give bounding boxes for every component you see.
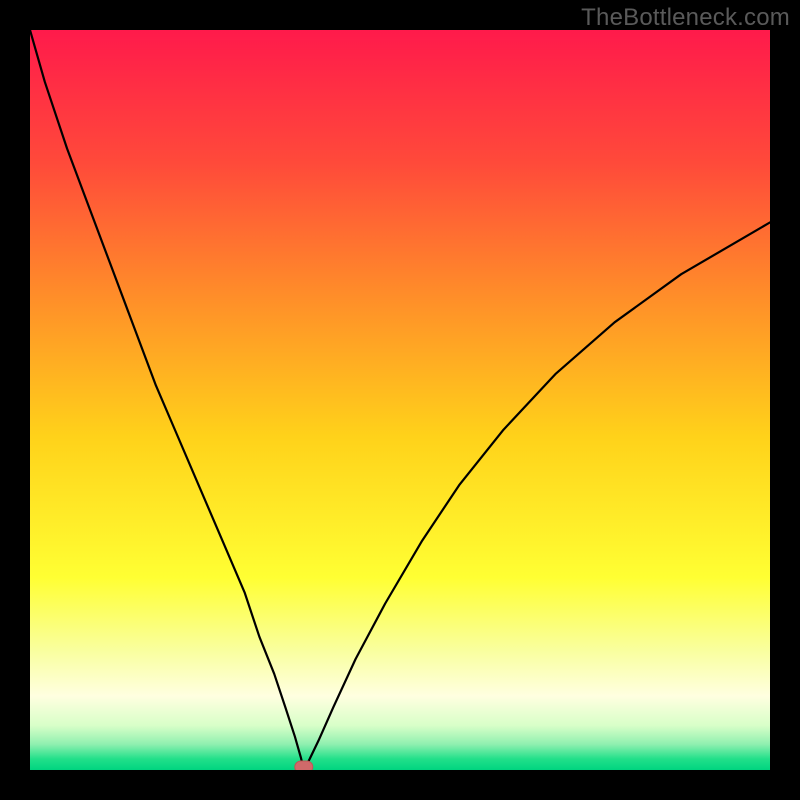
gradient-background <box>30 30 770 770</box>
bottleneck-chart <box>30 30 770 770</box>
chart-frame: TheBottleneck.com <box>0 0 800 800</box>
watermark-text: TheBottleneck.com <box>581 4 790 32</box>
minimum-marker <box>295 761 313 770</box>
plot-area <box>30 30 770 770</box>
